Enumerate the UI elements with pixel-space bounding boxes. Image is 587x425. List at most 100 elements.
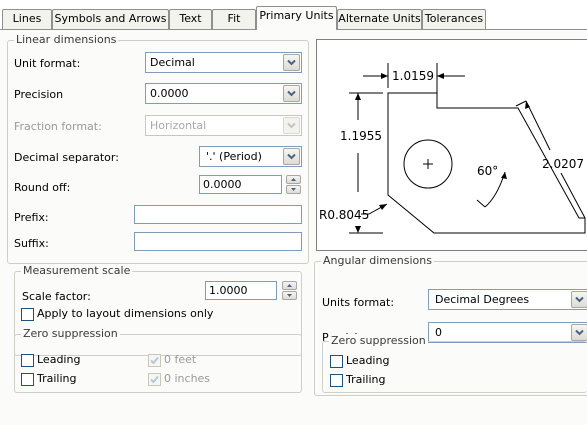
tab-primary-units[interactable]: Primary Units (256, 6, 337, 30)
chevron-down-icon (287, 122, 296, 129)
round-off-label: Round off: (14, 181, 71, 194)
tab-tolerances[interactable]: Tolerances (422, 9, 486, 29)
chevron-down-icon (287, 153, 296, 160)
prefix-input[interactable] (134, 205, 302, 224)
input-value: 0.0000 (203, 178, 242, 191)
unit-format-select[interactable]: Decimal (145, 52, 302, 73)
dimension-preview: 1.0159 1.1955 2.0207 60° R0.8045 (316, 39, 587, 251)
chevron-down-icon (287, 90, 296, 97)
zero-inches-label: 0 inches (164, 372, 211, 385)
leading-label: Leading (37, 353, 81, 366)
tab-label: Primary Units (259, 9, 334, 22)
tab-text[interactable]: Text (169, 9, 212, 29)
checkmark-icon (150, 375, 159, 384)
tab-alternate-units[interactable]: Alternate Units (337, 9, 422, 29)
angular-trailing-checkbox[interactable] (330, 374, 343, 387)
angle-leader (476, 199, 486, 208)
group-title: Zero suppression (329, 334, 428, 347)
dropdown-button[interactable] (283, 85, 300, 102)
select-value: 0 (435, 326, 442, 339)
angular-units-label: Units format: (322, 296, 395, 309)
apply-layout-checkbox[interactable] (21, 308, 34, 321)
tab-lines[interactable]: Lines (2, 9, 52, 29)
trailing-label: Trailing (37, 372, 77, 385)
arrow-angle (501, 172, 507, 179)
select-value: Horizontal (150, 119, 207, 132)
zero-feet-label: 0 feet (164, 353, 197, 366)
fraction-format-label: Fraction format: (14, 120, 102, 133)
tab-bar: Lines Symbols and Arrows Text Fit Primar… (0, 0, 587, 30)
prefix-label: Prefix: (14, 211, 49, 224)
scale-factor-spinner[interactable] (282, 281, 297, 300)
arrow-top-right (437, 73, 444, 79)
trailing-checkbox[interactable] (21, 373, 34, 386)
suffix-input[interactable] (134, 232, 302, 251)
triangle-up-icon (287, 284, 292, 287)
aligned-ext-top (515, 100, 527, 107)
decimal-separator-label: Decimal separator: (14, 151, 119, 164)
spin-up-button[interactable] (286, 175, 301, 184)
tab-label: Alternate Units (338, 12, 421, 25)
angle-text: 60° (477, 164, 498, 178)
suffix-label: Suffix: (14, 237, 49, 250)
spin-down-button[interactable] (282, 291, 297, 300)
input-value: 1.0000 (209, 284, 248, 297)
tab-fit[interactable]: Fit (212, 9, 256, 29)
arrow-left-up (355, 93, 361, 100)
fraction-format-select[interactable]: Horizontal (145, 115, 302, 136)
group-title: Zero suppression (21, 327, 120, 340)
tab-symbols-and-arrows[interactable]: Symbols and Arrows (52, 9, 169, 29)
aligned-dim-line-bottom (560, 172, 586, 219)
zero-feet-checkbox[interactable] (148, 354, 161, 367)
precision-label: Precision (14, 88, 64, 101)
group-title: Linear dimensions (14, 33, 119, 46)
spin-up-button[interactable] (282, 281, 297, 290)
unit-format-label: Unit format: (14, 57, 81, 70)
decimal-separator-select[interactable]: '.' (Period) (199, 146, 302, 167)
select-value: '.' (Period) (206, 150, 262, 163)
arrow-left-down (355, 226, 361, 233)
checkmark-icon (150, 356, 159, 365)
dropdown-button[interactable] (283, 117, 300, 134)
chevron-down-icon (575, 296, 584, 303)
dropdown-button[interactable] (283, 148, 300, 165)
dim-left-text: 1.1955 (340, 129, 382, 143)
tab-label: Symbols and Arrows (54, 12, 167, 25)
tab-label: Text (179, 12, 202, 25)
dropdown-button[interactable] (283, 54, 300, 71)
dropdown-button[interactable] (571, 324, 587, 341)
group-title: Angular dimensions (321, 254, 434, 267)
preview-drawing: 1.0159 1.1955 2.0207 60° R0.8045 (319, 63, 586, 234)
tab-label: Lines (12, 12, 42, 25)
angular-leading-label: Leading (346, 354, 390, 367)
scale-factor-label: Scale factor: (22, 290, 91, 303)
triangle-down-icon (291, 188, 296, 191)
leading-checkbox[interactable] (21, 354, 34, 367)
tab-label: Tolerances (424, 12, 484, 25)
round-off-input[interactable]: 0.0000 (199, 175, 282, 194)
select-value: Decimal Degrees (435, 293, 530, 306)
angular-trailing-label: Trailing (346, 373, 386, 386)
triangle-up-icon (291, 178, 296, 181)
precision-select[interactable]: 0.0000 (145, 83, 302, 104)
angular-leading-checkbox[interactable] (330, 355, 343, 368)
zero-inches-checkbox[interactable] (148, 373, 161, 386)
angular-units-select[interactable]: Decimal Degrees (428, 289, 587, 310)
round-off-spinner[interactable] (286, 175, 301, 194)
group-title: Measurement scale (21, 264, 133, 277)
apply-layout-label: Apply to layout dimensions only (37, 307, 214, 320)
arrow-top-left (381, 73, 388, 79)
select-value: 0.0000 (150, 87, 189, 100)
aligned-dim-line-top (525, 100, 551, 151)
spin-down-button[interactable] (286, 185, 301, 194)
dim-right-text: 2.0207 (542, 157, 584, 171)
dropdown-button[interactable] (571, 291, 587, 308)
arrow-radius (379, 204, 387, 210)
select-value: Decimal (150, 56, 195, 69)
chevron-down-icon (575, 329, 584, 336)
angular-precision-select[interactable]: 0 (428, 322, 587, 343)
scale-factor-input[interactable]: 1.0000 (205, 281, 277, 300)
radius-text: R0.8045 (319, 208, 369, 222)
tab-label: Fit (227, 12, 241, 25)
triangle-down-icon (287, 294, 292, 297)
